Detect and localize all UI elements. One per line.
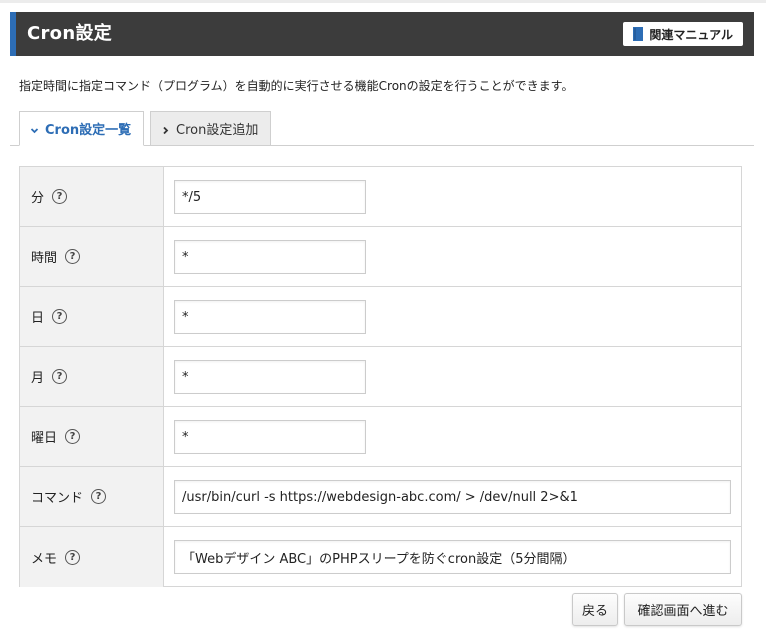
book-icon: [633, 27, 644, 41]
hour-input[interactable]: [174, 240, 366, 274]
form-label-cell: メモ ?: [20, 527, 164, 587]
minute-input[interactable]: [174, 180, 366, 214]
help-icon[interactable]: ?: [91, 489, 107, 504]
cron-settings-form: 分 ? 時間 ? 日 ? 月 ? 曜日 ? コマンド ?: [19, 166, 742, 587]
help-icon[interactable]: ?: [65, 249, 81, 264]
minute-label: 分: [31, 191, 45, 206]
help-icon[interactable]: ?: [52, 189, 68, 204]
form-row-memo: メモ ?: [20, 527, 741, 587]
form-label-cell: 時間 ?: [20, 227, 164, 286]
hour-label: 時間: [31, 251, 58, 266]
tab-cron-add[interactable]: Cron設定追加: [150, 111, 271, 146]
page-description: 指定時間に指定コマンド（プログラム）を自動的に実行させる機能Cronの設定を行う…: [19, 79, 574, 93]
form-label-cell: 曜日 ?: [20, 407, 164, 466]
form-row-day: 日 ?: [20, 287, 741, 347]
memo-label: メモ: [31, 551, 58, 567]
form-label-cell: 分 ?: [20, 167, 164, 226]
help-icon[interactable]: ?: [65, 549, 81, 565]
command-input[interactable]: [174, 480, 731, 514]
form-label-cell: 日 ?: [20, 287, 164, 346]
form-label-cell: コマンド ?: [20, 467, 164, 526]
page-title: Cron設定: [27, 23, 113, 44]
memo-input[interactable]: [174, 540, 731, 574]
day-label: 日: [31, 311, 45, 326]
weekday-input[interactable]: [174, 420, 366, 454]
proceed-to-confirm-button[interactable]: 確認画面へ進む: [624, 593, 742, 626]
top-border: [0, 0, 766, 3]
help-icon[interactable]: ?: [52, 369, 68, 384]
page-header: Cron設定 関連マニュアル: [10, 12, 754, 56]
back-button[interactable]: 戻る: [572, 593, 618, 626]
help-icon[interactable]: ?: [65, 429, 81, 444]
form-label-cell: 月 ?: [20, 347, 164, 406]
form-row-minute: 分 ?: [20, 167, 741, 227]
form-row-month: 月 ?: [20, 347, 741, 407]
tab-cron-list-label: Cron設定一覧: [45, 123, 132, 138]
form-row-command: コマンド ?: [20, 467, 741, 527]
command-label: コマンド: [31, 491, 84, 506]
month-label: 月: [31, 371, 45, 386]
tab-cron-list[interactable]: Cron設定一覧: [19, 111, 144, 146]
chevron-down-icon: [30, 124, 39, 134]
tab-cron-add-label: Cron設定追加: [176, 123, 259, 138]
form-row-weekday: 曜日 ?: [20, 407, 741, 467]
day-input[interactable]: [174, 300, 366, 334]
related-manual-button[interactable]: 関連マニュアル: [623, 22, 743, 46]
related-manual-label: 関連マニュアル: [649, 27, 733, 42]
chevron-right-icon: [161, 124, 170, 135]
month-input[interactable]: [174, 360, 366, 394]
help-icon[interactable]: ?: [52, 309, 68, 324]
weekday-label: 曜日: [31, 431, 58, 446]
form-row-hour: 時間 ?: [20, 227, 741, 287]
